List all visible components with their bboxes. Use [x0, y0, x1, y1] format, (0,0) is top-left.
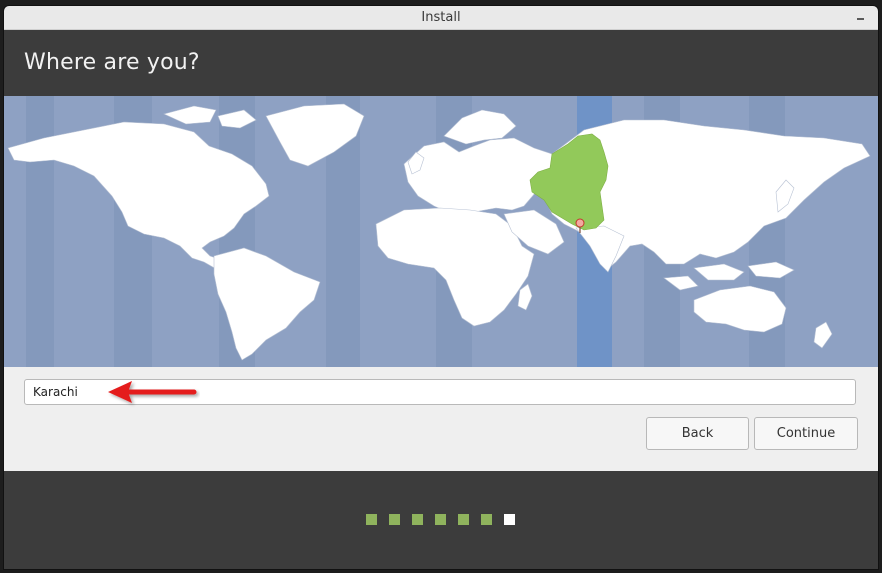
world-map-graphic [7, 96, 871, 367]
step-indicator [412, 514, 423, 525]
page-header: Where are you? [4, 30, 878, 96]
step-indicator [458, 514, 469, 525]
page-title: Where are you? [24, 50, 200, 75]
step-indicator [366, 514, 377, 525]
installer-footer [4, 471, 878, 569]
step-indicator [481, 514, 492, 525]
location-panel: Back Continue [4, 367, 878, 471]
window-title: Install [421, 10, 461, 25]
timezone-map[interactable] [4, 96, 878, 367]
step-indicator-current [504, 514, 515, 525]
step-indicator [389, 514, 400, 525]
title-bar: Install [4, 6, 878, 30]
location-input[interactable] [24, 379, 856, 405]
installer-window: Install Where are you? Karachi Back Cont… [4, 6, 878, 569]
step-indicator [435, 514, 446, 525]
minimize-icon[interactable] [854, 6, 868, 29]
step-progress [366, 514, 515, 525]
continue-button[interactable]: Continue [754, 417, 858, 450]
back-button[interactable]: Back [646, 417, 749, 450]
